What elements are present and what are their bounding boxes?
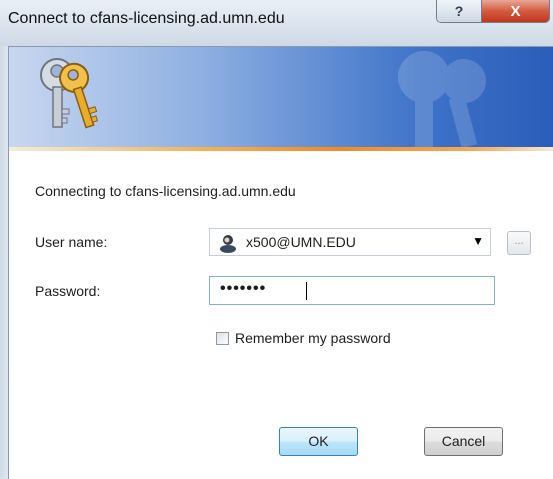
remember-password-label[interactable]: Remember my password: [235, 330, 391, 346]
remember-password-checkbox[interactable]: [216, 332, 229, 345]
banner-accent-line: [9, 147, 553, 151]
password-label: Password:: [35, 283, 101, 299]
password-field[interactable]: •••••••: [209, 276, 495, 305]
ok-button[interactable]: OK: [279, 427, 358, 456]
username-value: x500@UMN.EDU: [246, 234, 356, 250]
keys-icon: [40, 58, 99, 129]
window-frame: [0, 46, 8, 478]
cancel-button[interactable]: Cancel: [424, 427, 503, 456]
username-combobox[interactable]: x500@UMN.EDU ▼: [209, 228, 491, 256]
text-caret: [306, 282, 307, 300]
caption-buttons: ? X: [436, 0, 550, 23]
window-title: Connect to cfans-licensing.ad.umn.edu: [8, 10, 285, 27]
connecting-message: Connecting to cfans-licensing.ad.umn.edu: [35, 183, 296, 199]
help-button[interactable]: ?: [437, 0, 482, 22]
chevron-down-icon[interactable]: ▼: [472, 234, 484, 248]
close-button[interactable]: X: [482, 0, 549, 22]
keys-watermark-icon: [398, 51, 486, 147]
dialog-body: Connecting to cfans-licensing.ad.umn.edu…: [8, 46, 553, 479]
username-label: User name:: [35, 234, 108, 250]
dialog-banner: [9, 47, 553, 147]
user-account-icon: [220, 235, 236, 253]
password-mask: •••••••: [220, 280, 267, 297]
title-bar: Connect to cfans-licensing.ad.umn.edu ? …: [0, 0, 553, 46]
browse-users-button[interactable]: ...: [507, 231, 531, 255]
